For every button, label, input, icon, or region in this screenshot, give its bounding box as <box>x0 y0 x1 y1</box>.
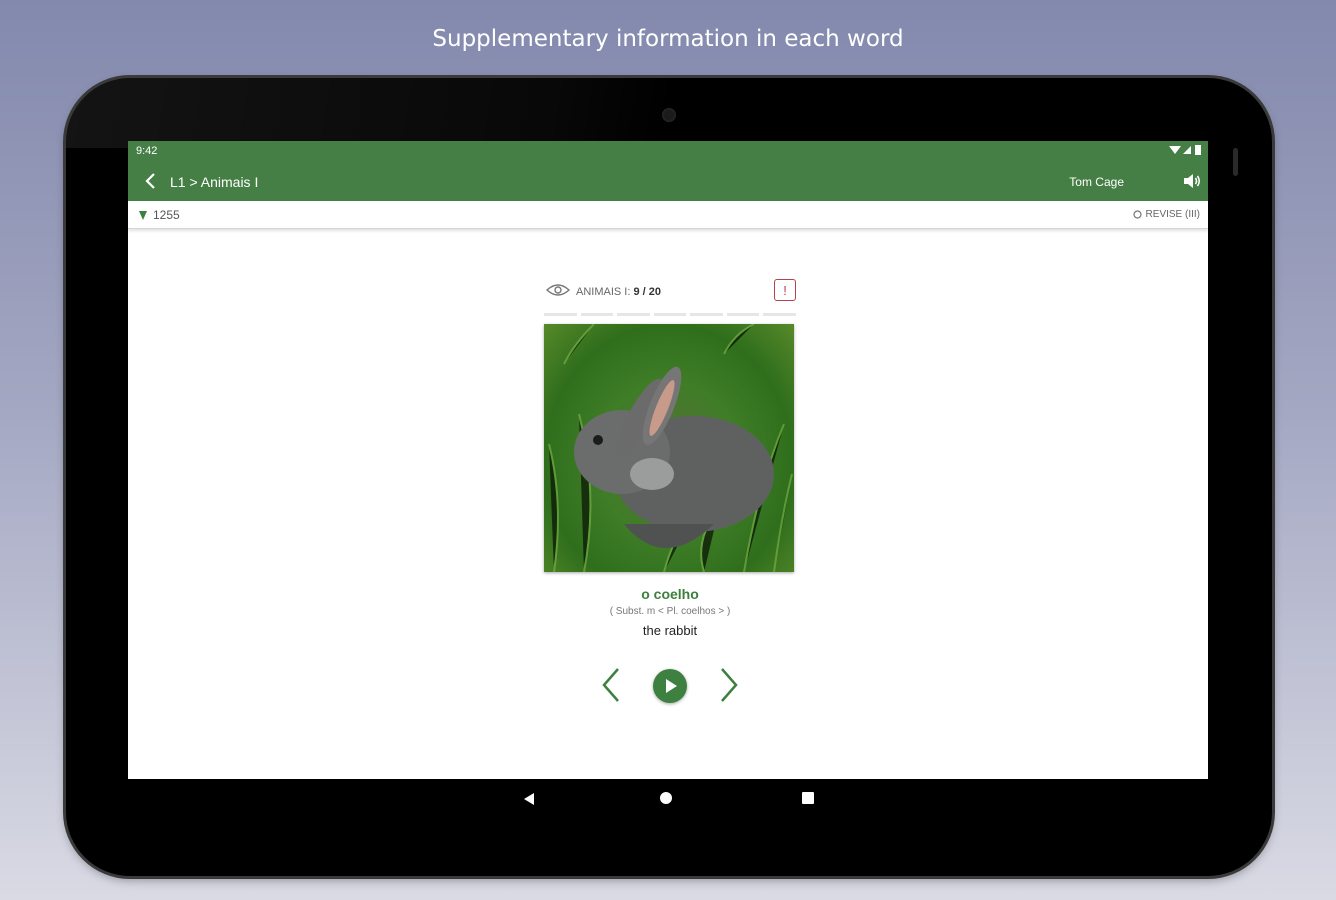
status-time: 9:42 <box>136 145 158 157</box>
next-button[interactable] <box>714 667 742 703</box>
lesson-label: ANIMAIS I: <box>576 286 631 298</box>
rabbit-illustration <box>548 324 793 572</box>
volume-button[interactable] <box>1182 171 1202 191</box>
translation: the rabbit <box>642 623 698 638</box>
speaker-icon <box>1184 174 1201 188</box>
user-name[interactable]: Tom Cage <box>1069 175 1124 189</box>
back-button[interactable] <box>140 169 160 193</box>
revise-button[interactable]: REVISE (III) <box>1132 209 1200 220</box>
sub-bar: 1255 REVISE (III) <box>128 201 1208 229</box>
progress-segment <box>763 313 797 316</box>
app-bar: 9:42 L1 > Animais I Tom Cage <box>128 141 1208 201</box>
arrow-left-icon <box>145 173 155 189</box>
caption: Supplementary information in each word <box>432 26 904 52</box>
breadcrumb[interactable]: L1 > Animais I <box>170 174 258 190</box>
grammar-info: ( Subst. m < Pl. coelhos > ) <box>609 606 731 617</box>
play-button[interactable] <box>653 669 687 703</box>
progress-segment <box>690 313 723 316</box>
screen: 9:42 L1 > Animais I Tom Cage 1255 REVISE… <box>128 141 1208 779</box>
previous-button[interactable] <box>598 667 626 703</box>
nav-recents-icon[interactable] <box>802 792 814 804</box>
play-icon <box>666 679 677 693</box>
nav-back-icon[interactable] <box>523 792 535 806</box>
lesson-progress: ANIMAIS I: 9 / 20 <box>576 286 661 298</box>
progress-segment <box>580 313 614 316</box>
camera-icon <box>662 108 676 122</box>
tablet-gloss <box>66 78 666 148</box>
side-button <box>1233 148 1238 176</box>
report-button[interactable]: ! <box>774 279 796 301</box>
system-nav-bar <box>128 779 1208 819</box>
chevron-right-icon <box>721 668 738 702</box>
word-text: o coelho <box>641 586 699 602</box>
lesson-position: 9 / 20 <box>633 286 661 298</box>
nav-home-icon[interactable] <box>660 792 672 804</box>
status-bar: 9:42 <box>128 141 1208 161</box>
progress-segment <box>544 313 577 316</box>
gem-icon <box>139 210 147 220</box>
progress-segment <box>726 313 760 316</box>
word-card: ANIMAIS I: 9 / 20 ! o coelho (Subst. m … <box>544 279 797 638</box>
progress-segment <box>617 313 650 316</box>
playback-controls <box>598 665 744 705</box>
score: 1255 <box>138 208 180 222</box>
tablet-frame: 9:42 L1 > Animais I Tom Cage 1255 REVISE… <box>66 78 1272 876</box>
wifi-signal-battery-icon <box>1169 145 1201 155</box>
circle-icon <box>1132 210 1142 219</box>
revise-label: REVISE (III) <box>1145 209 1200 220</box>
progress-track <box>544 313 797 316</box>
status-icons <box>1168 143 1204 160</box>
chevron-left-icon <box>602 668 619 702</box>
card-header: ANIMAIS I: 9 / 20 ! <box>544 279 796 305</box>
progress-segment <box>653 313 687 316</box>
score-value: 1255 <box>153 208 180 222</box>
word-image <box>544 324 794 572</box>
eye-icon <box>546 284 570 296</box>
